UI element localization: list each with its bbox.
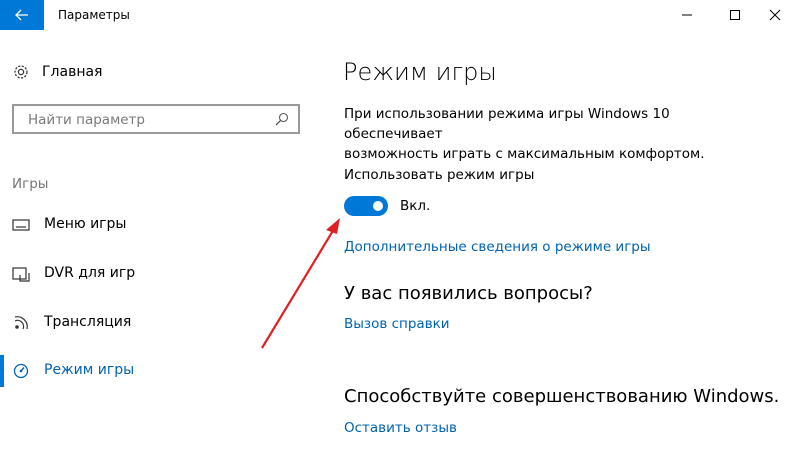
window-title: Параметры xyxy=(58,8,130,22)
back-button[interactable] xyxy=(0,0,44,30)
toggle-state-label: Вкл. xyxy=(400,198,431,214)
sidebar-group-label: Игры xyxy=(12,176,49,192)
sidebar-item-game-dvr[interactable]: DVR для игр xyxy=(0,254,320,294)
gear-icon xyxy=(14,65,28,79)
sidebar-item-label: Трансляция xyxy=(44,314,132,330)
search-icon[interactable] xyxy=(274,111,290,127)
game-dvr-icon xyxy=(12,267,30,282)
title-bar: Параметры xyxy=(0,0,796,30)
sidebar-item-broadcasting[interactable]: Трансляция xyxy=(0,303,320,343)
maximize-icon xyxy=(730,10,740,20)
broadcasting-icon xyxy=(14,316,28,330)
page-title: Режим игры xyxy=(343,58,497,86)
more-info-link[interactable]: Дополнительные сведения о режиме игры xyxy=(344,239,651,255)
back-arrow-icon xyxy=(15,9,28,21)
search-box[interactable]: Найти параметр xyxy=(12,104,300,134)
home-label: Главная xyxy=(42,64,103,80)
description-line: При использовании режима игры Windows 10… xyxy=(344,106,670,142)
sidebar-item-label: Меню игры xyxy=(44,216,127,232)
questions-heading: У вас появились вопросы? xyxy=(344,283,593,304)
game-mode-toggle-label: Использовать режим игры xyxy=(344,167,535,183)
help-link[interactable]: Вызов справки xyxy=(344,316,450,332)
close-button[interactable] xyxy=(752,0,796,30)
selection-indicator xyxy=(0,355,4,387)
sidebar-home[interactable]: Главная xyxy=(12,60,102,84)
close-icon xyxy=(769,9,781,21)
game-bar-icon xyxy=(12,219,30,231)
description-line: возможность играть с максимальным комфор… xyxy=(344,146,705,162)
feedback-link[interactable]: Оставить отзыв xyxy=(344,420,457,436)
search-input[interactable]: Найти параметр xyxy=(28,112,145,128)
sidebar-item-label: Режим игры xyxy=(44,362,135,378)
sidebar-item-label: DVR для игр xyxy=(44,265,136,281)
sidebar-item-game-bar[interactable]: Меню игры xyxy=(0,205,320,245)
improve-heading: Способствуйте совершенствованию Windows. xyxy=(344,386,780,407)
game-mode-toggle[interactable] xyxy=(344,196,388,216)
page-description: При использовании режима игры Windows 10… xyxy=(344,104,764,164)
sidebar-item-game-mode[interactable]: Режим игры xyxy=(0,351,320,391)
minimize-icon xyxy=(682,14,692,16)
game-mode-icon xyxy=(13,363,29,379)
minimize-button[interactable] xyxy=(664,0,710,30)
toggle-knob xyxy=(373,201,383,211)
